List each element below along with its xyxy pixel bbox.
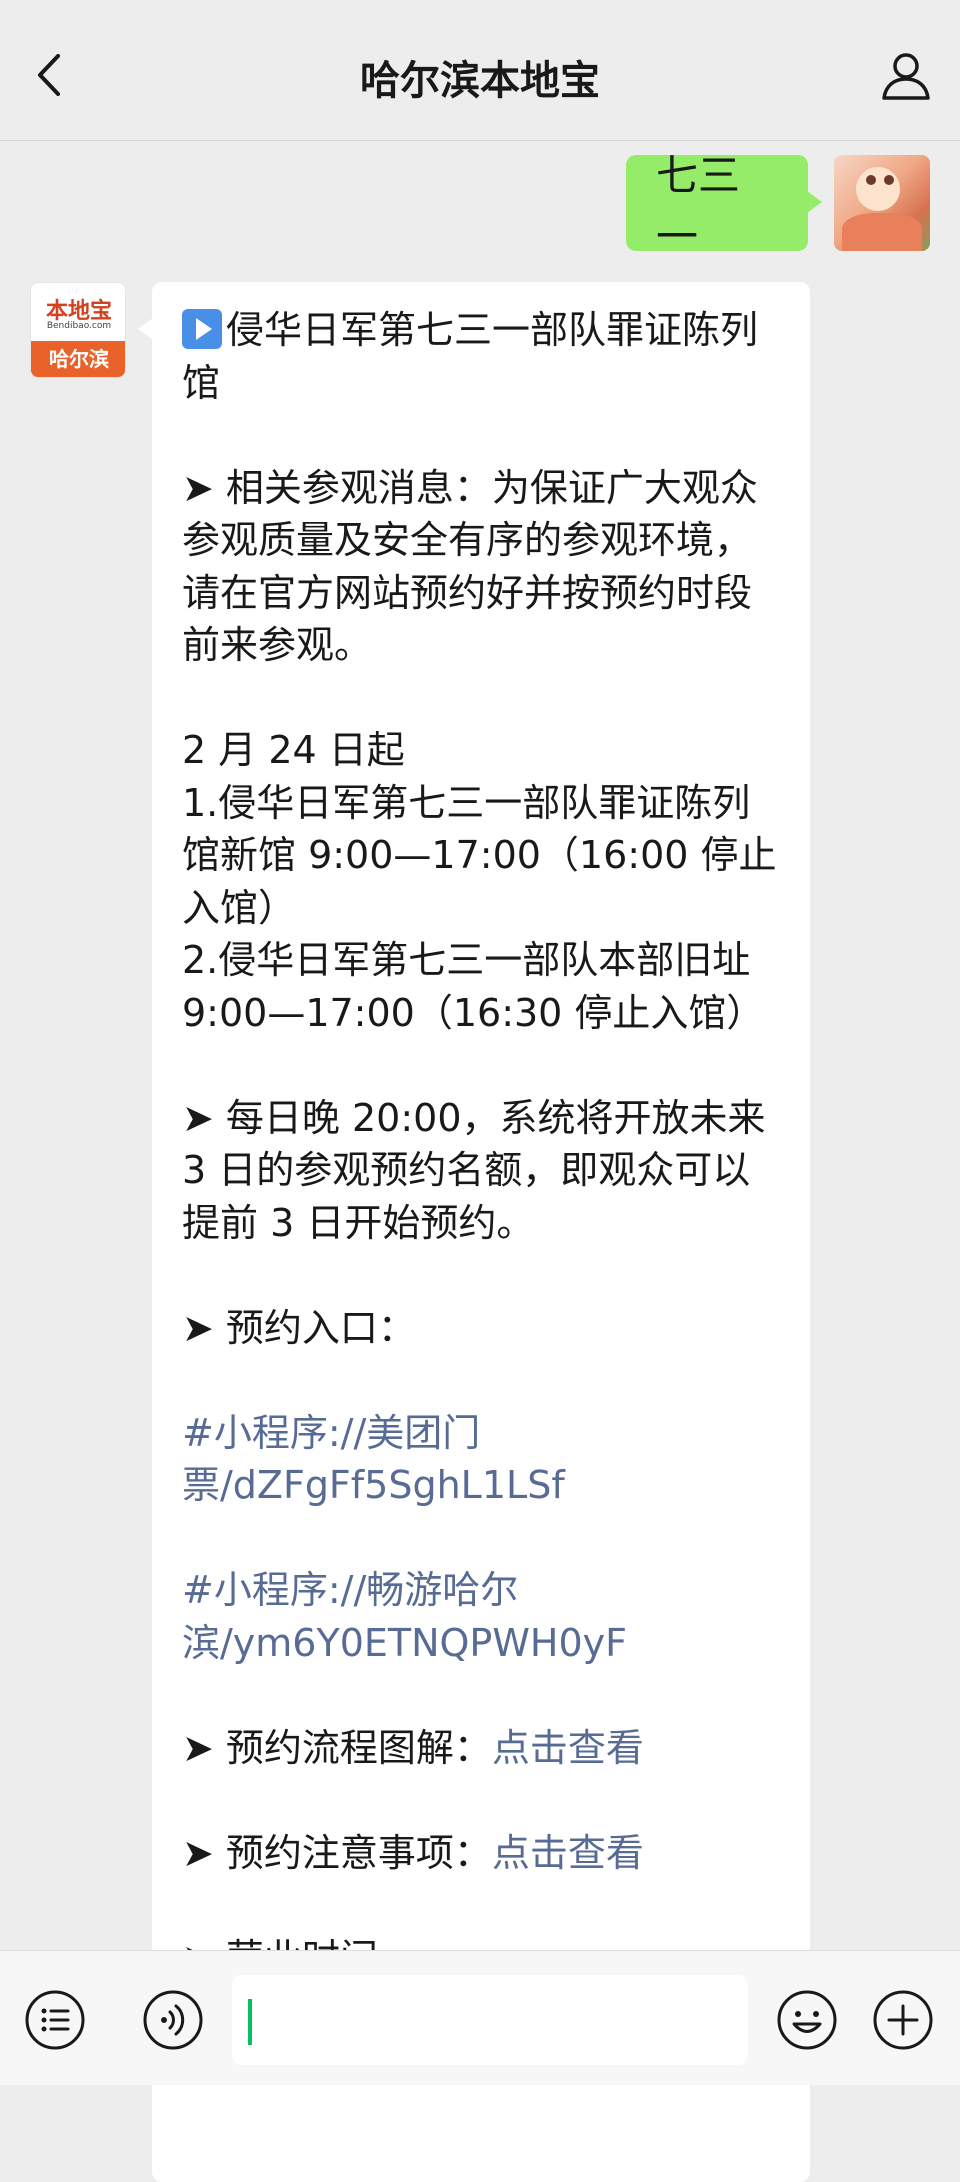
my-message-bubble[interactable]: 七三一 xyxy=(626,151,822,261)
booking-entry-label: ➤ 预约入口： xyxy=(182,1305,416,1350)
hours-item-1: 1.侵华日军第七三一部队罪证陈列馆新馆 9:00—17:00（16:00 停止入… xyxy=(182,780,777,930)
booking-notes-line: ➤ 预约注意事项：点击查看 xyxy=(182,1827,782,1880)
voice-icon[interactable] xyxy=(142,1989,204,2051)
my-avatar[interactable] xyxy=(834,155,930,251)
booking-flow-label: ➤ 预约流程图解： xyxy=(182,1725,492,1770)
message-title: 侵华日军第七三一部队罪证陈列馆 xyxy=(182,308,759,405)
menu-list-icon[interactable] xyxy=(24,1989,86,2051)
mini-program-link-1[interactable]: #小程序://美团门票/dZFgFf5SghL1LSf xyxy=(182,1407,782,1512)
avatar-url: Bendibao.com xyxy=(46,321,112,331)
person-icon[interactable] xyxy=(878,48,934,104)
text-cursor xyxy=(248,1999,252,2045)
message-title-line: 侵华日军第七三一部队罪证陈列馆 xyxy=(182,304,782,409)
my-message-text: 七三一 xyxy=(656,151,741,261)
booking-notes-label: ➤ 预约注意事项： xyxy=(182,1830,492,1875)
booking-open-notice: ➤ 每日晚 20:00，系统将开放未来 3 日的参观预约名额，即观众可以提前 3… xyxy=(182,1095,778,1245)
chat-title: 哈尔滨本地宝 xyxy=(360,58,600,104)
avatar-city: 哈尔滨 xyxy=(31,341,125,377)
booking-notes-link[interactable]: 点击查看 xyxy=(492,1831,644,1875)
booking-flow-link[interactable]: 点击查看 xyxy=(492,1726,644,1770)
bot-avatar[interactable]: 本地宝 Bendibao.com 哈尔滨 xyxy=(30,282,126,378)
message-input[interactable] xyxy=(232,1975,748,2065)
emoji-icon[interactable] xyxy=(776,1989,838,2051)
chat-header: 哈尔滨本地宝 xyxy=(0,0,960,141)
plus-icon[interactable] xyxy=(872,1989,934,2051)
since-date: 2 月 24 日起 xyxy=(182,728,405,772)
bot-message-text: 侵华日军第七三一部队罪证陈列馆 ➤ 相关参观消息：为保证广大观众参观质量及安全有… xyxy=(182,304,782,1984)
input-bar xyxy=(0,1950,960,2085)
visit-notice: ➤ 相关参观消息：为保证广大观众参观质量及安全有序的参观环境，请在官方网站预约好… xyxy=(182,465,758,668)
hours-item-2: 2.侵华日军第七三一部队本部旧址 9:00—17:00（16:30 停止入馆） xyxy=(182,938,765,1035)
play-icon xyxy=(182,309,222,349)
bot-message-bubble[interactable]: 侵华日军第七三一部队罪证陈列馆 ➤ 相关参观消息：为保证广大观众参观质量及安全有… xyxy=(138,282,810,2182)
booking-flow-line: ➤ 预约流程图解：点击查看 xyxy=(182,1722,782,1775)
mini-program-link-2[interactable]: #小程序://畅游哈尔滨/ym6Y0ETNQPWH0yF xyxy=(182,1564,782,1669)
